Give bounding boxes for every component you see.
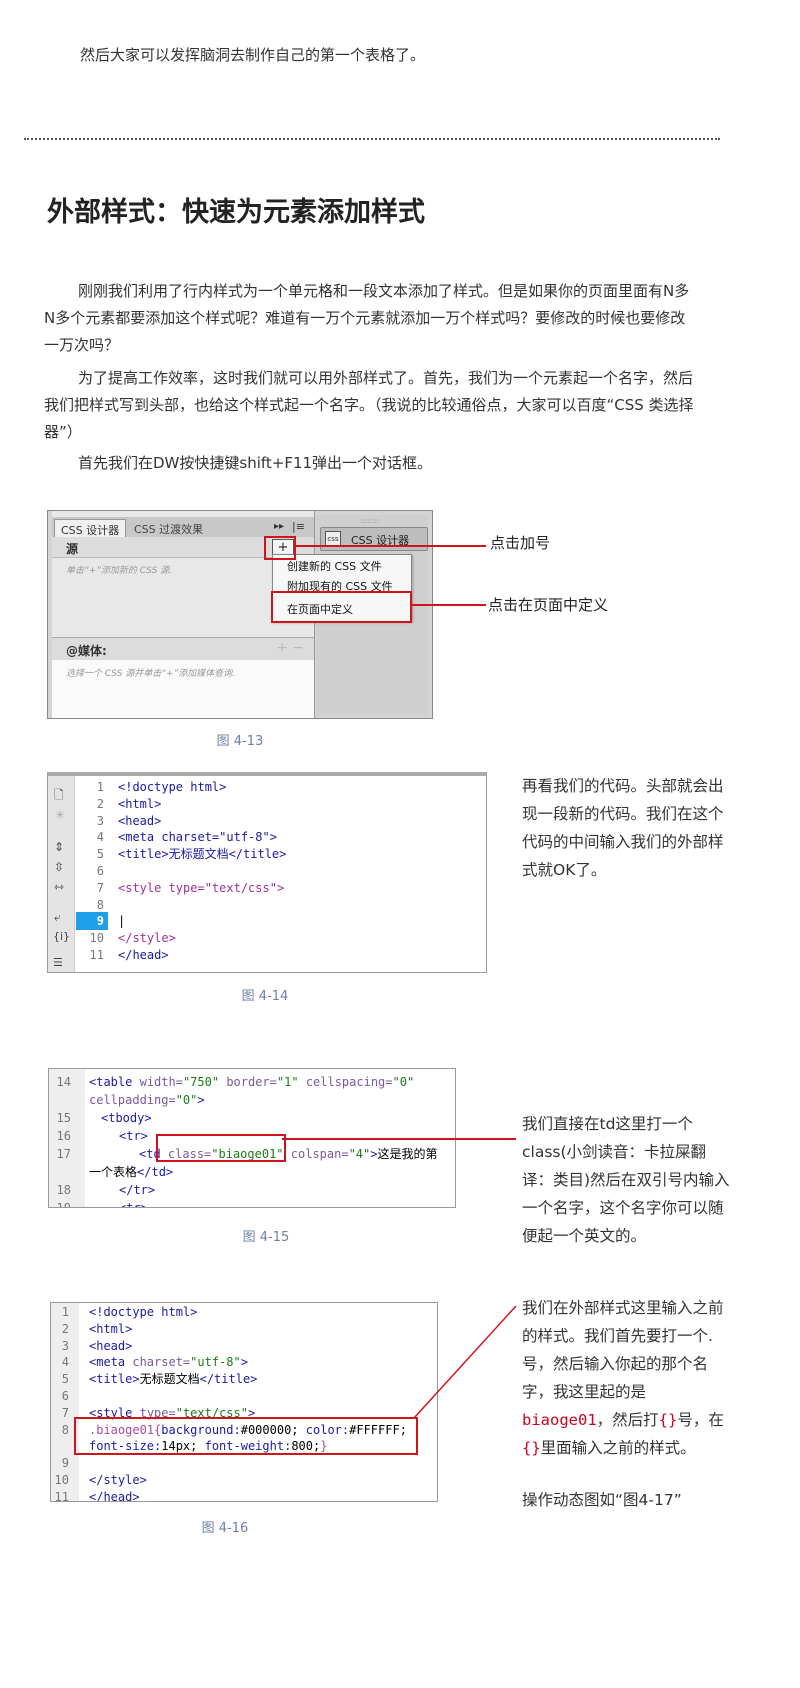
fig16-side-text: 我们在外部样式这里输入之前的样式。我们首先要打一个.号，然后输入你起的那个名字，… [522, 1294, 732, 1462]
figure-caption-4-16: 图 4-16 [201, 1521, 249, 1536]
fig16-text-1: 我们在外部样式这里输入之前的样式。我们首先要打一个.号，然后输入你起的那个名字，… [522, 1299, 724, 1401]
fig16-red-brace-2: {} [522, 1439, 541, 1457]
fig16-animation-note: 操作动态图如“图4-17” [522, 1491, 682, 1509]
fig16-text-2: ，然后打 [596, 1411, 659, 1429]
fig16-text-4: 里面输入之前的样式。 [540, 1439, 696, 1457]
fig16-red-name: biaoge01 [522, 1411, 597, 1429]
fig16-red-brace-1: {} [658, 1411, 678, 1429]
fig16-text-3: 号，在 [677, 1411, 724, 1429]
